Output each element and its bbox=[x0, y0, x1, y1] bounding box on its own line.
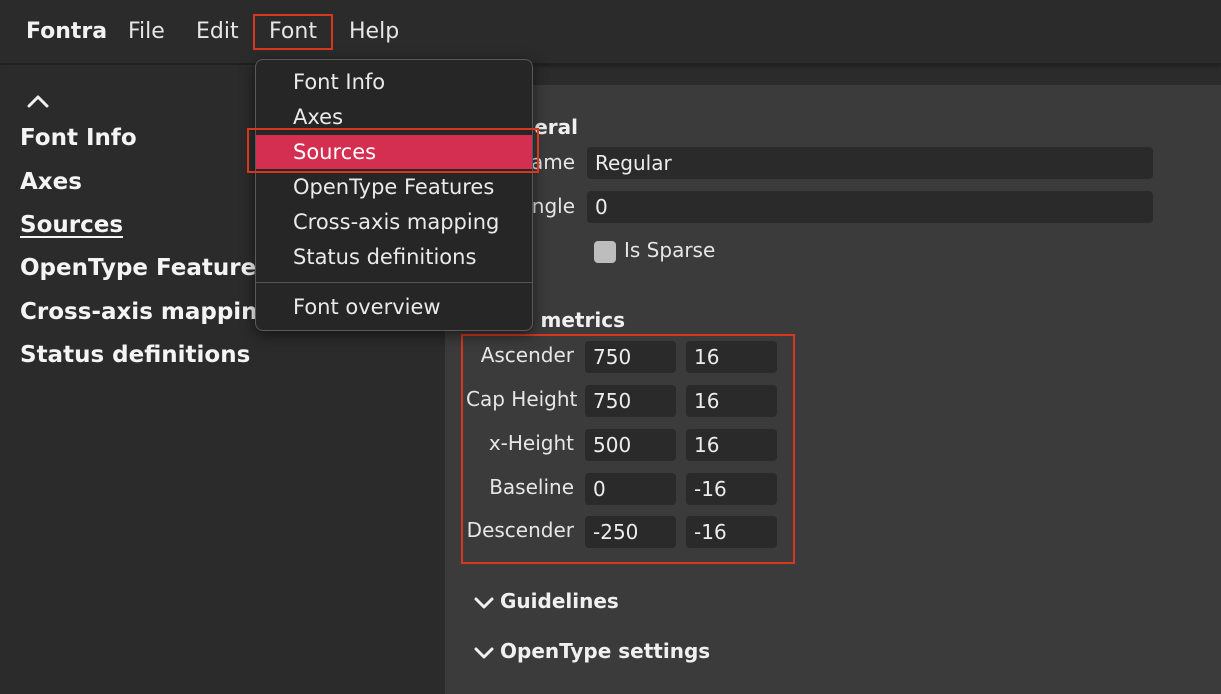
metric-value-input[interactable] bbox=[585, 429, 676, 461]
menu-item-font-info[interactable]: Font Info bbox=[256, 65, 532, 99]
menu-bar: Fontra File Edit Font Help bbox=[0, 0, 1221, 64]
metric-value-input[interactable] bbox=[585, 473, 676, 505]
sidebar-item-cross-axis-mapping[interactable]: Cross-axis mapping bbox=[20, 299, 274, 325]
metric-overshoot-input[interactable] bbox=[686, 385, 777, 417]
chevron-down-icon bbox=[474, 597, 494, 608]
menu-item-opentype-features[interactable]: OpenType Features bbox=[256, 170, 532, 204]
metric-label: Descender bbox=[466, 518, 574, 542]
metric-label: Baseline bbox=[489, 475, 574, 499]
guidelines-disclosure[interactable]: Guidelines bbox=[474, 589, 619, 613]
opentype-settings-label: OpenType settings bbox=[500, 639, 711, 663]
guidelines-label: Guidelines bbox=[500, 589, 619, 613]
metric-value-input[interactable] bbox=[585, 516, 676, 548]
chevron-up-icon[interactable] bbox=[26, 91, 50, 111]
menu-item-axes[interactable]: Axes bbox=[256, 100, 532, 134]
angle-input[interactable] bbox=[587, 191, 1153, 223]
metric-label: x-Height bbox=[488, 431, 574, 455]
menu-edit[interactable]: Edit bbox=[190, 14, 245, 50]
sidebar-item-status-definitions[interactable]: Status definitions bbox=[20, 342, 250, 368]
metric-overshoot-input[interactable] bbox=[686, 473, 777, 505]
menu-font[interactable]: Font bbox=[253, 14, 333, 50]
is-sparse-checkbox[interactable] bbox=[594, 241, 616, 263]
menu-help[interactable]: Help bbox=[343, 14, 405, 50]
opentype-settings-disclosure[interactable]: OpenType settings bbox=[474, 639, 710, 663]
menu-item-cross-axis-mapping[interactable]: Cross-axis mapping bbox=[256, 205, 532, 239]
sidebar-item-sources[interactable]: Sources bbox=[20, 212, 123, 238]
sidebar-item-axes[interactable]: Axes bbox=[20, 169, 82, 195]
metric-label: Ascender bbox=[480, 343, 574, 367]
menu-divider bbox=[256, 282, 532, 283]
metric-value-input[interactable] bbox=[585, 341, 676, 373]
metric-overshoot-input[interactable] bbox=[686, 516, 777, 548]
chevron-down-icon bbox=[474, 647, 494, 658]
metrics-section-title: e metrics bbox=[520, 308, 625, 332]
sidebar-item-font-info[interactable]: Font Info bbox=[20, 125, 137, 151]
menu-file[interactable]: File bbox=[122, 14, 171, 50]
name-label: ame bbox=[530, 150, 575, 174]
app-brand: Fontra bbox=[26, 19, 108, 44]
metric-value-input[interactable] bbox=[585, 385, 676, 417]
menu-item-font-overview[interactable]: Font overview bbox=[256, 290, 532, 324]
menu-item-sources[interactable]: Sources bbox=[256, 135, 532, 169]
metric-overshoot-input[interactable] bbox=[686, 429, 777, 461]
name-input[interactable] bbox=[587, 147, 1153, 179]
menu-item-status-definitions[interactable]: Status definitions bbox=[256, 240, 532, 274]
font-menu-dropdown: Font Info Axes Sources OpenType Features… bbox=[255, 59, 533, 331]
is-sparse-label: Is Sparse bbox=[624, 238, 716, 262]
metric-label: Cap Height bbox=[466, 387, 578, 411]
metric-overshoot-input[interactable] bbox=[686, 341, 777, 373]
sidebar-item-opentype-features[interactable]: OpenType Features bbox=[20, 255, 270, 281]
angle-label: ngle bbox=[531, 194, 575, 218]
